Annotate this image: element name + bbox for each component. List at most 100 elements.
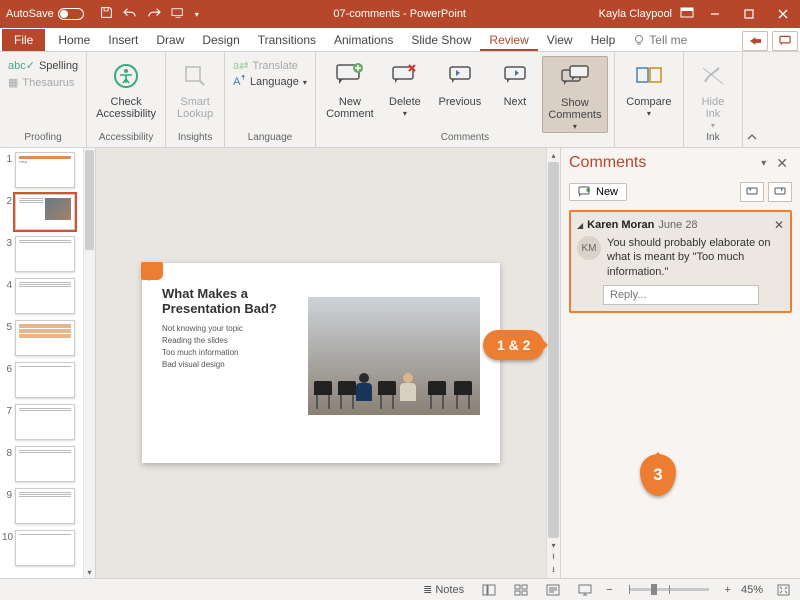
thumbnail-3[interactable]: 3 bbox=[2, 236, 81, 272]
tell-me[interactable]: Tell me bbox=[624, 29, 696, 51]
new-comment-button[interactable]: New Comment bbox=[322, 56, 378, 120]
save-icon[interactable] bbox=[100, 6, 113, 22]
undo-icon[interactable] bbox=[123, 7, 137, 22]
delete-comment-button[interactable]: Delete▾ bbox=[382, 56, 428, 119]
qat-dropdown-icon[interactable]: ▾ bbox=[195, 10, 199, 19]
show-comments-label: Show Comments bbox=[548, 97, 601, 121]
thumbnail-1[interactable]: 1TITLE bbox=[2, 152, 81, 188]
comment-marker-icon[interactable] bbox=[141, 262, 163, 280]
normal-view-icon bbox=[482, 584, 496, 596]
tab-view[interactable]: View bbox=[538, 29, 582, 51]
sorter-view-button[interactable] bbox=[510, 584, 532, 596]
tab-animations[interactable]: Animations bbox=[325, 29, 402, 51]
translate-button[interactable]: a⇄Translate bbox=[231, 58, 309, 73]
group-insights: Smart Lookup Insights bbox=[166, 52, 225, 147]
maximize-button[interactable] bbox=[732, 0, 766, 28]
chevron-down-icon: ▾ bbox=[647, 110, 651, 119]
zoom-slider[interactable] bbox=[629, 588, 709, 591]
next-icon bbox=[499, 60, 531, 92]
user-name[interactable]: Kayla Claypool bbox=[591, 8, 680, 20]
thumbnail-6[interactable]: 6 bbox=[2, 362, 81, 398]
comment-thread[interactable]: ◢ Karen Moran June 28 ✕ KM You should pr… bbox=[569, 210, 792, 313]
previous-comment-button[interactable]: Previous bbox=[432, 56, 488, 108]
slide-image[interactable] bbox=[308, 297, 480, 415]
language-button[interactable]: AꜛLanguage▾ bbox=[231, 75, 309, 89]
thumbnail-8[interactable]: 8 bbox=[2, 446, 81, 482]
scroll-down-icon[interactable]: ▾ bbox=[547, 538, 560, 552]
thumbnail-list[interactable]: 1TITLE 2 3 4 5 6 7 8 9 10 bbox=[0, 148, 83, 578]
scroll-handle[interactable] bbox=[85, 150, 94, 250]
compare-button[interactable]: Compare▾ bbox=[621, 56, 677, 119]
comment-author: Karen Moran bbox=[587, 219, 654, 231]
slide-title[interactable]: What Makes a Presentation Bad? bbox=[162, 287, 282, 317]
tab-draw[interactable]: Draw bbox=[147, 29, 193, 51]
next-comment-button[interactable]: Next bbox=[492, 56, 538, 108]
scroll-up-icon[interactable]: ▴ bbox=[547, 148, 560, 162]
close-button[interactable] bbox=[766, 0, 800, 28]
document-title: 07-comments - PowerPoint bbox=[209, 8, 591, 20]
thumbnail-7[interactable]: 7 bbox=[2, 404, 81, 440]
slideshow-view-button[interactable] bbox=[574, 584, 596, 596]
collapse-icon[interactable]: ◢ bbox=[577, 221, 583, 230]
tab-transitions[interactable]: Transitions bbox=[249, 29, 325, 51]
close-pane-button[interactable]: ✕ bbox=[772, 155, 792, 172]
thumbnail-10[interactable]: 10 bbox=[2, 530, 81, 566]
minimize-button[interactable] bbox=[698, 0, 732, 28]
reading-view-button[interactable] bbox=[542, 584, 564, 596]
tab-insert[interactable]: Insert bbox=[99, 29, 147, 51]
scroll-down-icon[interactable]: ▾ bbox=[84, 566, 95, 578]
zoom-out-button[interactable]: − bbox=[606, 584, 612, 596]
prev-comment-pane-button[interactable] bbox=[740, 182, 764, 202]
reply-input[interactable] bbox=[603, 285, 759, 305]
show-comments-icon bbox=[559, 61, 591, 93]
notes-button[interactable]: ≣Notes bbox=[419, 583, 468, 596]
hide-ink-button[interactable]: Hide Ink▾ bbox=[690, 56, 736, 131]
next-slide-icon[interactable]: ⭳ bbox=[547, 564, 560, 578]
start-from-beginning-icon[interactable] bbox=[171, 7, 185, 22]
tab-slideshow[interactable]: Slide Show bbox=[402, 29, 480, 51]
stage-scrollbar[interactable]: ▴ ▾ ⭱ ⭳ bbox=[546, 148, 560, 578]
redo-icon[interactable] bbox=[147, 7, 161, 22]
group-comments: New Comment Delete▾ Previous Next Show C… bbox=[316, 52, 615, 147]
new-comment-pane-button[interactable]: New bbox=[569, 183, 627, 201]
normal-view-button[interactable] bbox=[478, 584, 500, 596]
thumbnail-2[interactable]: 2 bbox=[2, 194, 81, 230]
group-label: Ink bbox=[706, 132, 719, 145]
thesaurus-button[interactable]: ▦Thesaurus bbox=[6, 75, 80, 90]
slide-canvas[interactable]: What Makes a Presentation Bad? Not knowi… bbox=[142, 263, 500, 463]
thumbnail-4[interactable]: 4 bbox=[2, 278, 81, 314]
tab-file[interactable]: File bbox=[2, 29, 45, 51]
thumbnail-5[interactable]: 5 bbox=[2, 320, 81, 356]
tab-home[interactable]: Home bbox=[49, 29, 99, 51]
spelling-button[interactable]: abc✓Spelling bbox=[6, 58, 80, 73]
zoom-in-button[interactable]: + bbox=[725, 584, 731, 596]
share-button[interactable] bbox=[742, 31, 768, 51]
fit-to-window-button[interactable] bbox=[773, 584, 794, 596]
smart-lookup-button[interactable]: Smart Lookup bbox=[172, 56, 218, 120]
menu-bar: File Home Insert Draw Design Transitions… bbox=[0, 28, 800, 52]
ribbon-display-icon[interactable] bbox=[680, 7, 694, 22]
comments-shortcut-button[interactable] bbox=[772, 31, 798, 51]
bulb-icon bbox=[633, 34, 645, 46]
zoom-level[interactable]: 45% bbox=[741, 584, 763, 596]
thumbnail-9[interactable]: 9 bbox=[2, 488, 81, 524]
group-label: Accessibility bbox=[99, 132, 153, 145]
show-comments-button[interactable]: Show Comments▾ bbox=[542, 56, 608, 133]
delete-comment-icon[interactable]: ✕ bbox=[774, 218, 784, 232]
thumb-num: 5 bbox=[2, 320, 12, 333]
collapse-ribbon-button[interactable] bbox=[743, 52, 761, 147]
tab-help[interactable]: Help bbox=[582, 29, 625, 51]
prev-slide-icon[interactable]: ⭱ bbox=[547, 551, 560, 565]
check-accessibility-button[interactable]: Check Accessibility bbox=[93, 56, 159, 120]
tab-review[interactable]: Review bbox=[480, 29, 537, 51]
autosave-toggle[interactable]: AutoSave bbox=[0, 8, 90, 20]
zoom-thumb[interactable] bbox=[651, 584, 657, 595]
group-ink: Hide Ink▾ Ink bbox=[684, 52, 743, 147]
thumbnail-scrollbar[interactable]: ▴ ▾ bbox=[83, 148, 95, 578]
next-comment-pane-button[interactable] bbox=[768, 182, 792, 202]
thumb-num: 2 bbox=[2, 194, 12, 207]
tab-design[interactable]: Design bbox=[193, 29, 248, 51]
translate-icon: a⇄ bbox=[233, 59, 248, 72]
accessibility-icon bbox=[110, 60, 142, 92]
pane-options-icon[interactable]: ▾ bbox=[761, 158, 766, 169]
